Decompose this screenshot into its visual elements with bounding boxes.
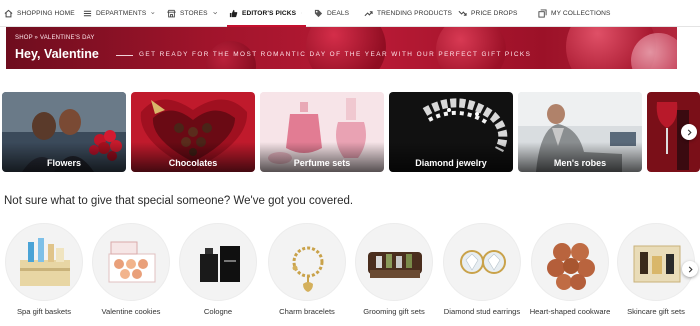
nav-shopping-home[interactable]: Shopping Home: [2, 0, 81, 27]
nav-label: Stores: [180, 9, 208, 17]
category-carousel: Flowers Chocolates Perfume sets Diamond …: [0, 92, 700, 172]
list-icon: [83, 9, 92, 18]
category-label: Chocolates: [168, 158, 218, 168]
category-label: Diamond jewelry: [415, 158, 487, 168]
nav-label: Departments: [96, 9, 147, 17]
category-tile-perfume-sets[interactable]: Perfume sets: [260, 92, 384, 172]
gift-item-cologne[interactable]: Cologne: [176, 220, 260, 326]
nav-trending-products[interactable]: Trending Products: [362, 0, 456, 27]
gift-item-charm-bracelets[interactable]: Charm bracelets: [265, 220, 349, 326]
chevron-down-icon: [301, 12, 302, 14]
valentine-banner: SHOP » VALENTINE'S DAY Hey, Valentine GE…: [6, 27, 677, 69]
nav-label: Deals: [327, 9, 350, 17]
gift-label: Skincare gift sets: [627, 307, 685, 316]
page-title: Hey, Valentine: [15, 47, 99, 61]
nav-label: Shopping Home: [17, 9, 75, 17]
category-label: Men's robes: [553, 158, 607, 168]
nav-departments[interactable]: Departments: [81, 0, 165, 27]
carousel-next-button[interactable]: [681, 124, 697, 140]
gift-label: Grooming gift sets: [363, 307, 425, 316]
nav-label: Price Drops: [471, 9, 518, 17]
category-label: Perfume sets: [293, 158, 351, 168]
cologne-image: [179, 223, 257, 301]
gift-label: Charm bracelets: [279, 307, 335, 316]
store-icon: [167, 9, 176, 18]
nav-label: My Collections: [551, 9, 611, 17]
top-navigation: Shopping Home Departments Stores Editor'…: [0, 0, 700, 27]
skincare-set-image: [617, 223, 695, 301]
nav-my-collections[interactable]: My Collections: [536, 0, 626, 27]
chevron-right-icon: [687, 128, 692, 136]
trend-icon: [364, 9, 373, 18]
heart-balloon-decoration: [436, 27, 506, 69]
nav-label: Editor's Picks: [242, 9, 297, 17]
category-tile-flowers[interactable]: Flowers: [2, 92, 126, 172]
valentine-cookies-image: [92, 223, 170, 301]
gift-item-grooming-gift-sets[interactable]: Grooming gift sets: [352, 220, 436, 326]
divider: [116, 55, 133, 56]
gift-label: Cologne: [203, 307, 233, 316]
gift-item-heart-shaped-cookware[interactable]: Heart-shaped cookware: [528, 220, 612, 326]
grooming-set-image: [355, 223, 433, 301]
price-drop-icon: [458, 9, 467, 18]
gift-item-valentine-cookies[interactable]: Valentine cookies: [89, 220, 173, 326]
chevron-down-icon: [212, 11, 217, 15]
gift-label: Diamond stud earrings: [443, 307, 521, 316]
charm-bracelet-image: [268, 223, 346, 301]
category-tile-chocolates[interactable]: Chocolates: [131, 92, 255, 172]
chevron-right-icon: [688, 265, 693, 273]
category-tile-diamond-jewelry[interactable]: Diamond jewelry: [389, 92, 513, 172]
heart-cookware-image: [531, 223, 609, 301]
nav-price-drops[interactable]: Price Drops: [456, 0, 536, 27]
diamond-earrings-image: [443, 223, 521, 301]
nav-stores[interactable]: Stores: [165, 0, 227, 27]
chevron-down-icon: [151, 12, 155, 15]
collections-icon: [538, 8, 547, 18]
banner-subtitle: GET READY FOR THE MOST ROMANTIC DAY OF T…: [139, 51, 532, 58]
nav-label: Trending Products: [377, 9, 452, 17]
heart-balloon-decoration: [306, 27, 386, 69]
home-icon: [4, 9, 13, 18]
gift-label: Spa gift baskets: [16, 307, 72, 316]
gift-label: Valentine cookies: [101, 307, 161, 316]
thumb-up-icon: [229, 9, 238, 18]
category-label: Flowers: [46, 158, 81, 168]
gift-item-diamond-stud-earrings[interactable]: Diamond stud earrings: [440, 220, 524, 326]
section-heading: Not sure what to give that special someo…: [4, 195, 354, 207]
nav-deals[interactable]: Deals: [312, 0, 362, 27]
gift-ideas-carousel: Spa gift baskets Valentine cookies Colog…: [0, 220, 700, 326]
category-tile-mens-robes[interactable]: Men's robes: [518, 92, 642, 172]
tag-icon: [314, 9, 323, 18]
carousel-next-button[interactable]: [682, 261, 698, 277]
gift-item-spa-gift-baskets[interactable]: Spa gift baskets: [2, 220, 86, 326]
nav-editors-picks[interactable]: Editor's Picks: [227, 0, 312, 27]
gift-label: Heart-shaped cookware: [529, 307, 611, 316]
spa-basket-image: [5, 223, 83, 301]
breadcrumb[interactable]: SHOP » VALENTINE'S DAY: [15, 35, 95, 41]
